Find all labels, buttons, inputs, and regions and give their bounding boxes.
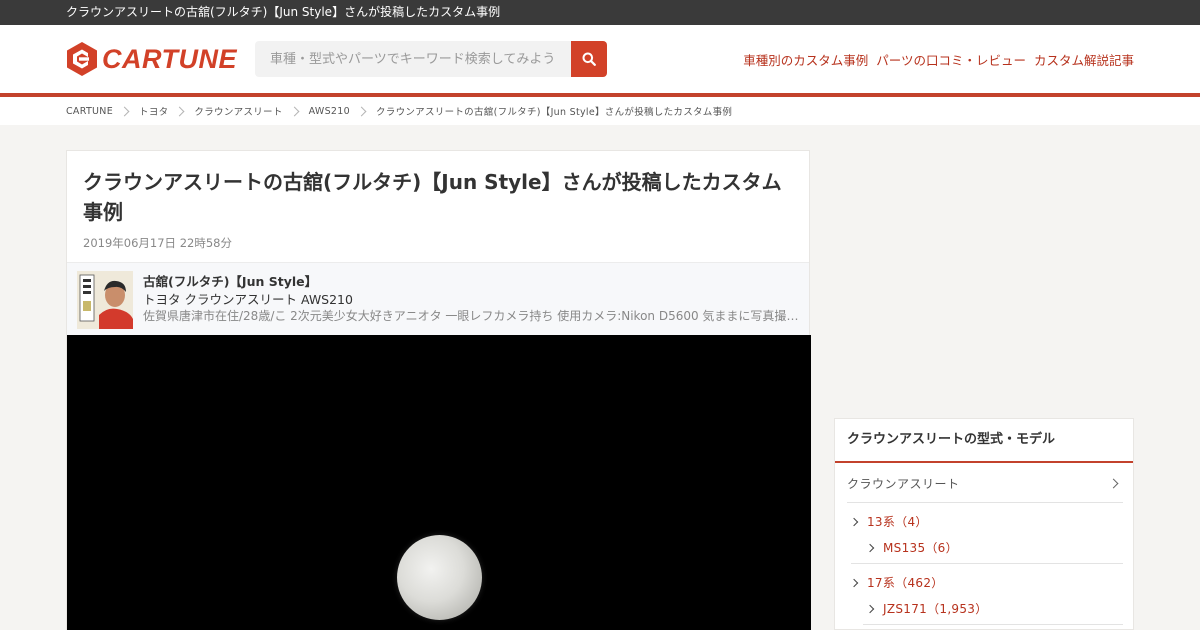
cartune-logo-icon (67, 42, 97, 76)
moon-image (397, 535, 482, 620)
nav-parts-reviews[interactable]: パーツの口コミ・レビュー (876, 50, 1026, 69)
chevron-right-icon (174, 106, 185, 116)
tree-item-label: 13系（4） (867, 515, 928, 529)
sidebar-models: クラウンアスリートの型式・モデル クラウンアスリート 13系（4） MS135（… (834, 418, 1134, 630)
user-profile[interactable]: 古舘(フルタチ)【Jun Style】 トヨタ クラウンアスリート AWS210… (67, 262, 809, 336)
breadcrumb-home[interactable]: CARTUNE (66, 106, 113, 117)
tree-item-jzs171[interactable]: JZS171（1,953） (865, 600, 988, 617)
breadcrumb: CARTUNE トヨタ クラウンアスリート AWS210 クラウンアスリートの古… (0, 97, 1200, 125)
search-button[interactable] (571, 41, 607, 77)
sidebar-model-link[interactable]: クラウンアスリート (847, 475, 1123, 503)
tree-item-label: 17系（462） (867, 576, 944, 590)
site-header: CARTUNE 車種別のカスタム事例 パーツの口コミ・レビュー カスタム解説記事 (0, 25, 1200, 93)
post-photo[interactable] (67, 335, 811, 630)
chevron-right-icon (849, 578, 859, 587)
breadcrumb-current: クラウンアスリートの古舘(フルタチ)【Jun Style】さんが投稿したカスタム… (375, 107, 733, 118)
user-name[interactable]: 古舘(フルタチ)【Jun Style】 (143, 271, 317, 290)
chevron-right-icon (119, 106, 130, 116)
chevron-right-icon (356, 106, 367, 116)
nav-custom-examples[interactable]: 車種別のカスタム事例 (743, 50, 868, 69)
tree-item-label: JZS171（1,953） (883, 602, 988, 616)
chevron-right-icon (1108, 478, 1119, 489)
tree-item-ms135[interactable]: MS135（6） (865, 539, 958, 556)
avatar[interactable] (77, 271, 133, 329)
user-car[interactable]: トヨタ クラウンアスリート AWS210 (143, 289, 353, 308)
breadcrumb-model[interactable]: AWS210 (309, 106, 350, 117)
top-bar-text: クラウンアスリートの古舘(フルタチ)【Jun Style】さんが投稿したカスタム… (66, 5, 501, 19)
chevron-right-icon (865, 604, 875, 613)
sidebar-title: クラウンアスリートの型式・モデル (835, 419, 1133, 463)
breadcrumb-maker[interactable]: トヨタ (139, 104, 168, 118)
sidebar-model-label: クラウンアスリート (847, 477, 960, 491)
post-card: クラウンアスリートの古舘(フルタチ)【Jun Style】さんが投稿したカスタム… (66, 150, 811, 630)
post-date: 2019年06月17日 22時58分 (83, 236, 232, 250)
chevron-right-icon (849, 517, 859, 526)
user-description: 佐賀県唐津市在住/28歳/こ 2次元美少女大好きアニオタ 一眼レフカメラ持ち 使… (143, 309, 799, 323)
top-bar: クラウンアスリートの古舘(フルタチ)【Jun Style】さんが投稿したカスタム… (0, 0, 1200, 25)
tree-divider (863, 624, 1123, 625)
avatar-image (77, 271, 133, 329)
nav-articles[interactable]: カスタム解説記事 (1034, 50, 1134, 69)
header-nav: 車種別のカスタム事例 パーツの口コミ・レビュー カスタム解説記事 (743, 50, 1134, 69)
chevron-right-icon (289, 106, 300, 116)
tree-item-label: MS135（6） (883, 541, 958, 555)
search-icon (582, 52, 596, 66)
page-title: クラウンアスリートの古舘(フルタチ)【Jun Style】さんが投稿したカスタム… (83, 170, 782, 224)
breadcrumb-car[interactable]: クラウンアスリート (194, 104, 282, 118)
tree-divider (851, 563, 1123, 564)
cartune-logo[interactable]: CARTUNE (66, 41, 237, 77)
logo-text: CARTUNE (102, 43, 238, 74)
tree-item-17[interactable]: 17系（462） (849, 574, 944, 591)
tree-item-13[interactable]: 13系（4） (849, 513, 928, 530)
search-box (255, 41, 607, 77)
chevron-right-icon (865, 543, 875, 552)
search-input[interactable] (255, 41, 571, 77)
